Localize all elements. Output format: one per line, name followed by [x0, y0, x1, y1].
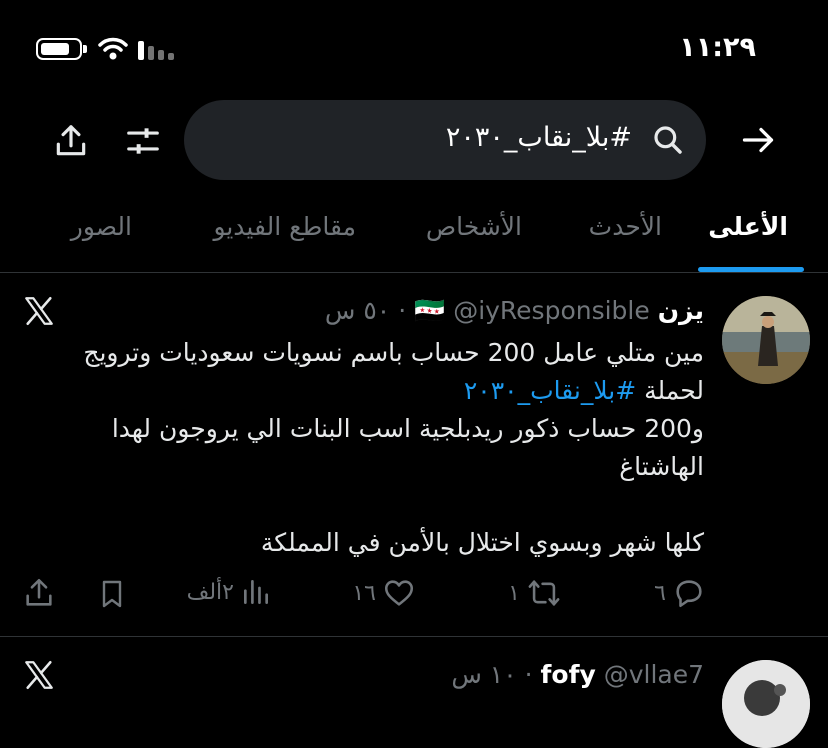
reply-button[interactable]: ٦	[654, 576, 706, 610]
share-icon[interactable]	[52, 122, 90, 160]
tweet-line: و200 حساب ذكور ريدبلجية اسب البنات الي ي…	[111, 414, 704, 443]
avatar-image	[722, 296, 810, 384]
avatar-image	[722, 660, 810, 748]
bookmark-icon[interactable]	[96, 577, 128, 611]
views-button[interactable]: ٢ألف	[187, 576, 272, 608]
retweet-count: ١	[508, 580, 520, 606]
cellular-signal-icon	[138, 40, 178, 60]
tweet-header: يزن 🇸🇾 @iyResponsible · ٥٠ س	[324, 296, 704, 325]
search-icon	[654, 126, 682, 154]
tweet-line: الهاشتاغ	[619, 452, 704, 481]
heart-icon	[384, 580, 414, 606]
avatar[interactable]	[722, 660, 810, 748]
tab-people[interactable]: الأشخاص	[426, 212, 522, 241]
search-query[interactable]: #بلا_نقاب_٢٠٣٠	[446, 122, 632, 153]
hashtag-link[interactable]: #بلا_نقاب_٢٠٣٠	[464, 376, 636, 405]
tweet-header: fofy @vllae7 · ١٠ س	[451, 660, 704, 689]
filter-settings-icon[interactable]	[124, 122, 162, 160]
author-handle[interactable]: @iyResponsible	[453, 296, 650, 325]
tabs-divider	[0, 272, 828, 273]
views-chart-icon	[244, 580, 268, 604]
tab-latest[interactable]: الأحدث	[589, 212, 662, 241]
tweet-line: كلها شهر وبسوي اختلال بالأمن في المملكة	[260, 528, 704, 557]
author-handle[interactable]: @vllae7	[604, 660, 704, 689]
flag-emoji: 🇸🇾	[414, 296, 446, 325]
author-name[interactable]: fofy	[541, 660, 596, 689]
retweet-icon	[528, 580, 560, 606]
retweet-button[interactable]: ١	[508, 576, 562, 610]
search-bar[interactable]: #بلا_نقاب_٢٠٣٠	[184, 100, 706, 180]
tweet-line: لحملة #بلا_نقاب_٢٠٣٠	[463, 376, 704, 405]
x-logo-icon	[25, 660, 53, 690]
tab-videos[interactable]: مقاطع الفيديو	[213, 212, 356, 241]
status-time: ١١:٢٩	[679, 32, 756, 63]
tab-photos[interactable]: الصور	[71, 212, 132, 241]
x-logo-icon	[25, 296, 53, 326]
tweet-time: ١٠ س	[451, 660, 517, 689]
battery-icon	[36, 38, 87, 60]
like-button[interactable]: ١٦	[352, 576, 416, 610]
author-name[interactable]: يزن	[658, 296, 704, 325]
reply-count: ٦	[654, 580, 666, 606]
tweet-text: مين متلي عامل 200 حساب باسم نسويات سعودي…	[20, 334, 704, 562]
share-icon[interactable]	[22, 576, 56, 610]
tab-top[interactable]: الأعلى	[708, 212, 788, 241]
view-count: ٢ألف	[186, 579, 234, 605]
wifi-icon	[98, 37, 128, 60]
back-arrow-icon[interactable]	[738, 122, 778, 158]
reply-icon	[676, 580, 702, 608]
like-count: ١٦	[352, 580, 376, 606]
avatar[interactable]	[722, 296, 810, 384]
tweet-divider	[0, 636, 828, 637]
tweet-line: مين متلي عامل 200 حساب باسم نسويات سعودي…	[83, 338, 704, 367]
tweet-time: ٥٠ س	[324, 296, 391, 325]
